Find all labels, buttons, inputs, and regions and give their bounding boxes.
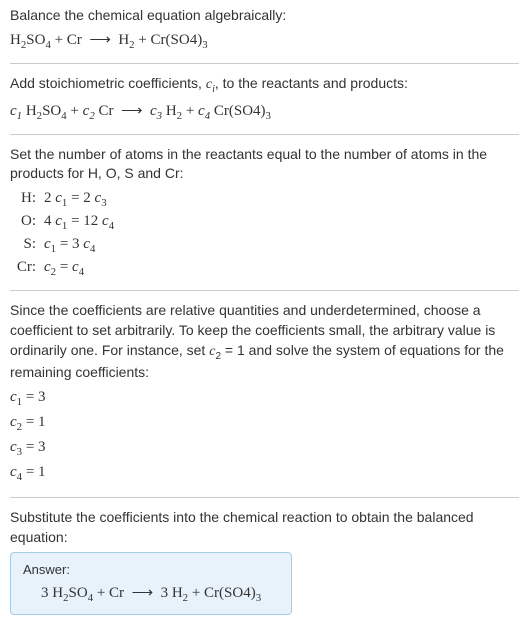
section-coefficients: Add stoichiometric coefficients, ci, to …: [10, 74, 519, 135]
list-item: c4 = 1: [10, 462, 519, 485]
list-item: c2 = 1: [10, 412, 519, 435]
list-item: c3 = 3: [10, 437, 519, 460]
problem-title: Balance the chemical equation algebraica…: [10, 6, 519, 26]
balanced-equation: 3 H2SO4 + Cr ⟶ 3 H2 + Cr(SO4)3: [23, 583, 279, 606]
atom-label: H:: [10, 188, 44, 209]
atom-label: O:: [10, 211, 44, 232]
answer-intro-text: Substitute the coefficients into the che…: [10, 508, 519, 547]
answer-label: Answer:: [23, 561, 279, 579]
list-item: c1 = 3: [10, 387, 519, 410]
section-answer: Substitute the coefficients into the che…: [10, 508, 519, 624]
section-atom-balance: Set the number of atoms in the reactants…: [10, 145, 519, 292]
table-row: H: 2 c1 = 2 c3: [10, 188, 519, 211]
table-row: Cr: c2 = c4: [10, 257, 519, 280]
solve-text: Since the coefficients are relative quan…: [10, 301, 519, 383]
atom-equation: c2 = c4: [44, 257, 519, 280]
table-row: O: 4 c1 = 12 c4: [10, 211, 519, 234]
answer-box: Answer: 3 H2SO4 + Cr ⟶ 3 H2 + Cr(SO4)3: [10, 552, 292, 615]
atom-equation: c1 = 3 c4: [44, 234, 519, 257]
coef-equation: c1 H2SO4 + c2 Cr ⟶ c3 H2 + c4 Cr(SO4)3: [10, 101, 519, 124]
atom-equation: 2 c1 = 2 c3: [44, 188, 519, 211]
atom-label: Cr:: [10, 257, 44, 278]
section-problem: Balance the chemical equation algebraica…: [10, 6, 519, 64]
atom-balance-text: Set the number of atoms in the reactants…: [10, 145, 519, 184]
atom-equation: 4 c1 = 12 c4: [44, 211, 519, 234]
table-row: S: c1 = 3 c4: [10, 234, 519, 257]
unbalanced-equation: H2SO4 + Cr ⟶ H2 + Cr(SO4)3: [10, 30, 519, 53]
section-solve: Since the coefficients are relative quan…: [10, 301, 519, 498]
section-coefficients-text: Add stoichiometric coefficients, ci, to …: [10, 74, 519, 97]
atom-label: S:: [10, 234, 44, 255]
